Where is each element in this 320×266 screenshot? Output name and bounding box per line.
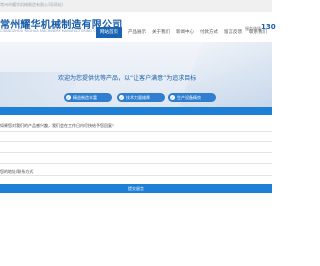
top-info-bar: 常州市耀华机械制造有限公司(网站): [0, 0, 272, 12]
form-notice: 如果您对我们的产品感兴趣，我们会在工作日内尽快给予您回复！: [0, 123, 116, 128]
feature-label: 精益制造丰富: [73, 95, 97, 100]
name-field[interactable]: [0, 141, 272, 142]
feature-badge-technology: ✓ 技术力量雄厚: [117, 93, 165, 102]
nav-item-payment[interactable]: 付款方式: [198, 27, 220, 38]
feature-badge-equipment: ✓ 生产设备精良: [168, 93, 216, 102]
check-icon: ✓: [170, 95, 175, 100]
nav-item-about[interactable]: 关于我们: [150, 27, 172, 38]
email-field[interactable]: [0, 163, 272, 164]
submit-button[interactable]: 提交留言: [0, 184, 272, 193]
nav-item-contact[interactable]: 联系我们: [246, 27, 270, 38]
message-field[interactable]: [0, 131, 272, 132]
address-field[interactable]: [0, 175, 272, 176]
nav-item-products[interactable]: 产品展示: [126, 27, 148, 38]
main-nav: 网站首页 产品展示 关于我们 新闻中心 付款方式 留言反馈 联系我们: [0, 24, 272, 40]
section-divider-bar: [0, 107, 272, 115]
check-icon: ✓: [66, 95, 71, 100]
banner-slogan: 欢迎为您提供优等产品，以“让客户满意”为追求目标: [58, 75, 197, 82]
top-info-text: 常州市耀华机械制造有限公司(网站): [0, 2, 64, 7]
check-icon: ✓: [119, 95, 124, 100]
feature-badge-manufacturing: ✓ 精益制造丰富: [64, 93, 112, 102]
nav-item-feedback[interactable]: 留言反馈: [222, 27, 244, 38]
feedback-form: 如果您对我们的产品感兴趣，我们会在工作日内尽快给予您回复！ 您的地址/联系方式 …: [0, 115, 272, 266]
nav-item-news[interactable]: 新闻中心: [174, 27, 196, 38]
feature-label: 生产设备精良: [177, 95, 201, 100]
nav-item-home[interactable]: 网站首页: [96, 27, 122, 38]
phone-field[interactable]: [0, 152, 272, 153]
feature-label: 技术力量雄厚: [126, 95, 150, 100]
